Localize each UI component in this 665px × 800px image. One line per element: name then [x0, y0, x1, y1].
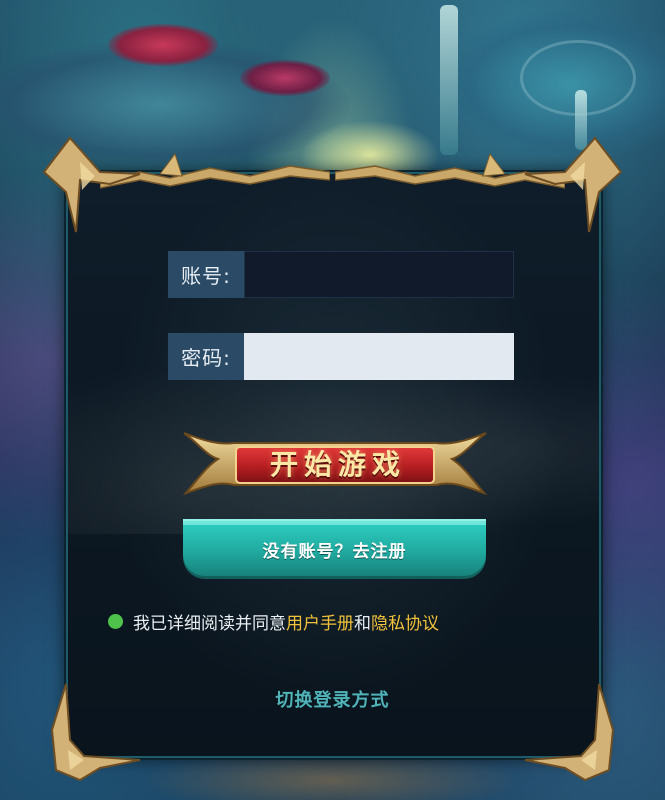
agreement-text: 我已详细阅读并同意 [133, 613, 286, 634]
account-label: 账号: [168, 251, 244, 298]
account-input[interactable] [244, 251, 514, 298]
start-game-label: 开始游戏 [269, 448, 406, 481]
frame-corner-top-right [515, 132, 625, 242]
start-game-button[interactable]: 开始游戏 [178, 425, 492, 501]
user-manual-link[interactable]: 用户手册 [286, 609, 354, 634]
password-input[interactable] [244, 333, 514, 380]
frame-corner-top-left [40, 132, 150, 242]
register-button[interactable]: 没有账号？去注册 [183, 519, 486, 579]
coral-decoration [108, 24, 218, 66]
agreement-checkbox[interactable] [108, 613, 123, 629]
account-row: 账号: [168, 251, 514, 298]
switch-login-method-link[interactable]: 切换登录方式 [0, 686, 665, 712]
crystal-tower-decoration [440, 5, 458, 155]
password-row: 密码: [168, 333, 514, 380]
game-login-screen: 账号: 密码: 开始游戏 没有账号？去注册 我已详细阅读并同意 用户手册 和 隐… [0, 0, 665, 800]
register-label: 没有账号？去注册 [262, 541, 407, 562]
agreement-line: 我已详细阅读并同意 用户手册 和 隐私协议 [108, 608, 439, 634]
agreement-conjunction: 和 [354, 613, 371, 634]
coral-decoration [240, 60, 330, 96]
password-label: 密码: [168, 333, 244, 380]
privacy-policy-link[interactable]: 隐私协议 [371, 609, 439, 634]
